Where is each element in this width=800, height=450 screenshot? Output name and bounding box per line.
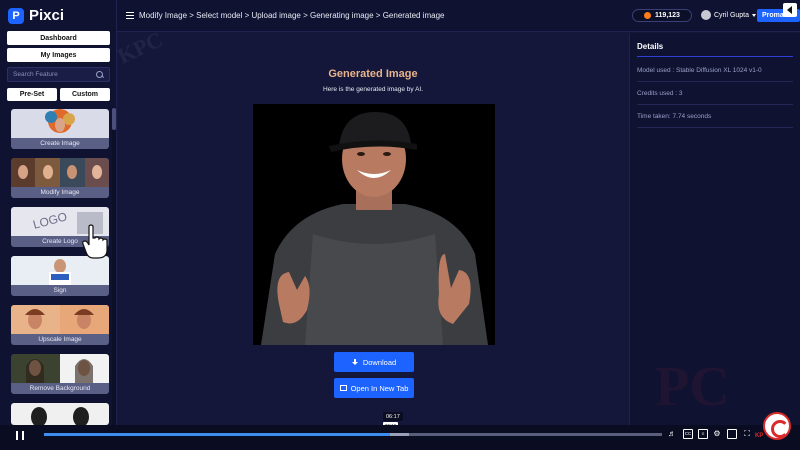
hand-pointer-icon (82, 224, 108, 259)
feature-card-sign[interactable]: Sign (11, 256, 109, 296)
chevron-down-icon (752, 13, 757, 17)
credits-used: Credits used : 3 (637, 90, 683, 97)
search-feature-box (7, 67, 110, 82)
details-heading: Details (637, 42, 664, 51)
feature-card-modify-image[interactable]: Modify Image (11, 158, 109, 198)
time-taken: Time taken: 7.74 seconds (637, 113, 712, 120)
buffered-bar (390, 433, 409, 436)
new-tab-icon (339, 385, 347, 391)
fullscreen-icon[interactable]: ⛶ (742, 429, 752, 439)
download-button[interactable]: Download (334, 352, 414, 372)
menu-icon[interactable] (126, 12, 134, 19)
feature-label: Upscale Image (11, 334, 109, 345)
page-subtitle: Here is the generated image by AI. (322, 86, 424, 93)
feature-label: Modify Image (11, 187, 109, 198)
download-label: Download (362, 357, 397, 367)
generated-image (253, 104, 495, 345)
breadcrumb: Modify Image > Select model > Upload ima… (139, 11, 445, 20)
watermark-pc: PC (655, 356, 730, 418)
app-logo[interactable]: P Pixci (8, 7, 64, 24)
feature-list: Create Image Modify Image LOGO Create Lo… (7, 107, 111, 425)
feature-label: Create Image (11, 138, 109, 149)
user-name: Cyril Gupta (714, 11, 750, 19)
preset-tab[interactable]: Pre-Set (7, 88, 57, 101)
divider (637, 104, 793, 105)
open-tab-label: Open In New Tab (350, 383, 409, 393)
app-name: Pixci (29, 7, 65, 24)
upscale-image-thumbnail (11, 305, 109, 335)
divider (637, 127, 793, 128)
pause-icon[interactable] (16, 431, 24, 440)
modify-image-thumbnail (11, 158, 109, 188)
brand-text: KP (755, 433, 764, 439)
sidebar-scrollbar[interactable] (112, 107, 116, 425)
details-panel: Details Model used : Stable Diffusion XL… (629, 33, 800, 425)
create-image-thumbnail (11, 109, 109, 139)
feature-card-create-image[interactable]: Create Image (11, 109, 109, 149)
feature-label: Sign (11, 285, 109, 296)
remove-background-thumbnail (11, 354, 109, 384)
picture-in-picture-icon[interactable] (727, 429, 737, 439)
gear-icon[interactable]: ⚙ (712, 429, 722, 439)
custom-tab[interactable]: Custom (60, 88, 110, 101)
avatar (701, 10, 711, 20)
sign-thumbnail (11, 256, 109, 286)
page-title: Generated Image (328, 68, 418, 80)
progress-bar[interactable] (44, 433, 662, 436)
watermark-kpc: KPC (113, 26, 167, 69)
collapse-arrow-icon[interactable] (783, 3, 797, 17)
model-used: Model used : Stable Diffusion XL 1024 v1… (637, 67, 762, 74)
search-icon[interactable] (96, 70, 104, 79)
download-icon (351, 358, 359, 366)
captions-icon[interactable]: CC (683, 429, 693, 439)
dashboard-button[interactable]: Dashboard (7, 31, 110, 45)
my-images-button[interactable]: My Images (7, 48, 110, 62)
credits-badge[interactable]: 119,123 (632, 9, 692, 22)
feature-card-remove-background[interactable]: Remove Background (11, 354, 109, 394)
notes-icon[interactable]: ≡ (698, 429, 708, 439)
played-bar (44, 433, 391, 436)
credits-value: 119,123 (655, 12, 680, 19)
video-player-bar: ♬ CC ≡ ⚙ ⛶ (0, 425, 800, 450)
feature-card-partial[interactable] (11, 403, 109, 425)
time-tooltip: 06:17 (383, 412, 403, 421)
open-in-new-tab-button[interactable]: Open In New Tab (334, 378, 414, 398)
pixci-logo-icon: P (8, 7, 24, 24)
kp-logo-icon (763, 412, 791, 440)
feature-card-upscale-image[interactable]: Upscale Image (11, 305, 109, 345)
feature-label: Remove Background (11, 383, 109, 394)
app-window: P Pixci Dashboard My Images Pre-Set Cust… (0, 0, 800, 450)
volume-icon[interactable]: ♬ (667, 429, 677, 439)
divider (637, 81, 793, 82)
top-bar: Modify Image > Select model > Upload ima… (117, 0, 800, 32)
partial-feature-thumbnail (11, 403, 109, 425)
sidebar-scroll-thumb[interactable] (112, 108, 116, 130)
details-divider (637, 56, 793, 57)
coin-icon (644, 12, 652, 19)
generated-portrait (253, 104, 495, 345)
main-content: KPC Generated Image Here is the generate… (114, 26, 629, 425)
search-feature-input[interactable] (13, 71, 93, 78)
user-menu[interactable]: Cyril Gupta (701, 10, 757, 20)
